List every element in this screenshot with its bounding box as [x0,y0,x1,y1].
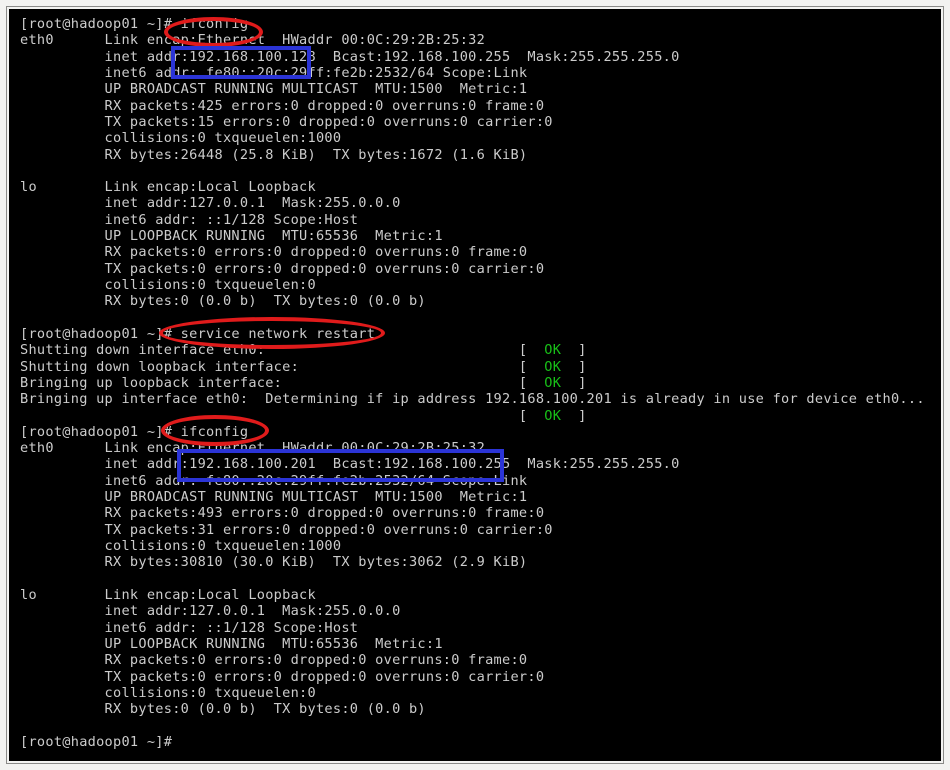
terminal-output-line: collisions:0 txqueuelen:1000 [20,538,342,554]
terminal-output-line: collisions:0 txqueuelen:0 [20,277,316,293]
terminal-output-line: RX bytes:26448 (25.8 KiB) TX bytes:1672 … [20,146,528,163]
terminal-output-line: inet addr:127.0.0.1 Mask:255.0.0.0 [20,195,401,212]
terminal-prompt-line: [root@hadoop01 ~]# ifconfig [20,423,249,440]
terminal-output-line: RX packets:0 errors:0 dropped:0 overruns… [20,244,528,261]
terminal-output-line: eth0 Link encap:Ethernet HWaddr 00:0C:29… [20,32,486,49]
terminal-output-line: Bringing up interface eth0: Determining … [20,391,925,408]
service-status-line: [ OK ] [20,407,587,424]
terminal-prompt-line: [root@hadoop01 ~]# [20,733,173,750]
terminal-output-line: inet6 addr: fe80::20c:29ff:fe2b:2532/64 … [20,64,528,81]
terminal-window[interactable]: [root@hadoop01 ~]# ifconfig eth0 Link enc… [9,9,941,761]
terminal-output-line: inet addr:192.168.100.201 Bcast:192.168.… [20,456,680,473]
terminal-output-line: inet addr:127.0.0.1 Mask:255.0.0.0 [20,603,401,620]
terminal-output-line: RX bytes:0 (0.0 b) TX bytes:0 (0.0 b) [20,701,426,718]
terminal-output-line: lo Link encap:Local Loopback [20,179,316,196]
terminal-output-line: UP LOOPBACK RUNNING MTU:65536 Metric:1 [20,635,443,652]
terminal-output-line: RX bytes:30810 (30.0 KiB) TX bytes:3062 … [20,554,528,571]
service-status-line: Shutting down loopback interface: [ OK ] [20,358,587,375]
terminal-output-line: inet6 addr: ::1/128 Scope:Host [20,619,359,636]
terminal-output-line: collisions:0 txqueuelen:1000 [20,130,342,147]
terminal-output-line: TX packets:15 errors:0 dropped:0 overrun… [20,113,553,130]
terminal-output-line: TX packets:0 errors:0 dropped:0 overruns… [20,668,545,685]
status-ok-badge: OK [544,342,562,359]
status-ok-badge: OK [544,374,562,391]
service-status-line: Bringing up loopback interface: [ OK ] [20,374,587,391]
terminal-output-line: UP BROADCAST RUNNING MULTICAST MTU:1500 … [20,489,528,506]
status-ok-badge: OK [544,407,562,424]
terminal-prompt-line: [root@hadoop01 ~]# service network resta… [20,325,376,342]
terminal-output-line: RX packets:493 errors:0 dropped:0 overru… [20,505,545,522]
terminal-output-line: inet6 addr: fe80::20c:29ff:fe2b:2532/64 … [20,472,528,489]
terminal-output-line: lo Link encap:Local Loopback [20,586,316,603]
terminal-output-line: inet addr:192.168.100.128 Bcast:192.168.… [20,48,680,65]
terminal-output-line: UP LOOPBACK RUNNING MTU:65536 Metric:1 [20,228,443,245]
terminal-output-line: RX bytes:0 (0.0 b) TX bytes:0 (0.0 b) [20,293,426,310]
screenshot-frame: [root@hadoop01 ~]# ifconfig eth0 Link enc… [0,0,950,770]
terminal-console-output: [root@hadoop01 ~]# ifconfig eth0 Link enc… [20,16,941,750]
terminal-output-line: inet6 addr: ::1/128 Scope:Host [20,211,359,228]
terminal-output-line: RX packets:0 errors:0 dropped:0 overruns… [20,652,528,669]
terminal-output-line: eth0 Link encap:Ethernet HWaddr 00:0C:29… [20,440,486,457]
terminal-output-line: RX packets:425 errors:0 dropped:0 overru… [20,97,545,114]
terminal-output-line: TX packets:31 errors:0 dropped:0 overrun… [20,521,553,538]
terminal-output-line: UP BROADCAST RUNNING MULTICAST MTU:1500 … [20,81,528,98]
service-status-line: Shutting down interface eth0: [ OK ] [20,342,587,359]
terminal-output-line: TX packets:0 errors:0 dropped:0 overruns… [20,260,545,277]
terminal-output-line: collisions:0 txqueuelen:0 [20,684,316,701]
status-ok-badge: OK [544,358,562,375]
terminal-prompt-line: [root@hadoop01 ~]# ifconfig [20,16,249,32]
